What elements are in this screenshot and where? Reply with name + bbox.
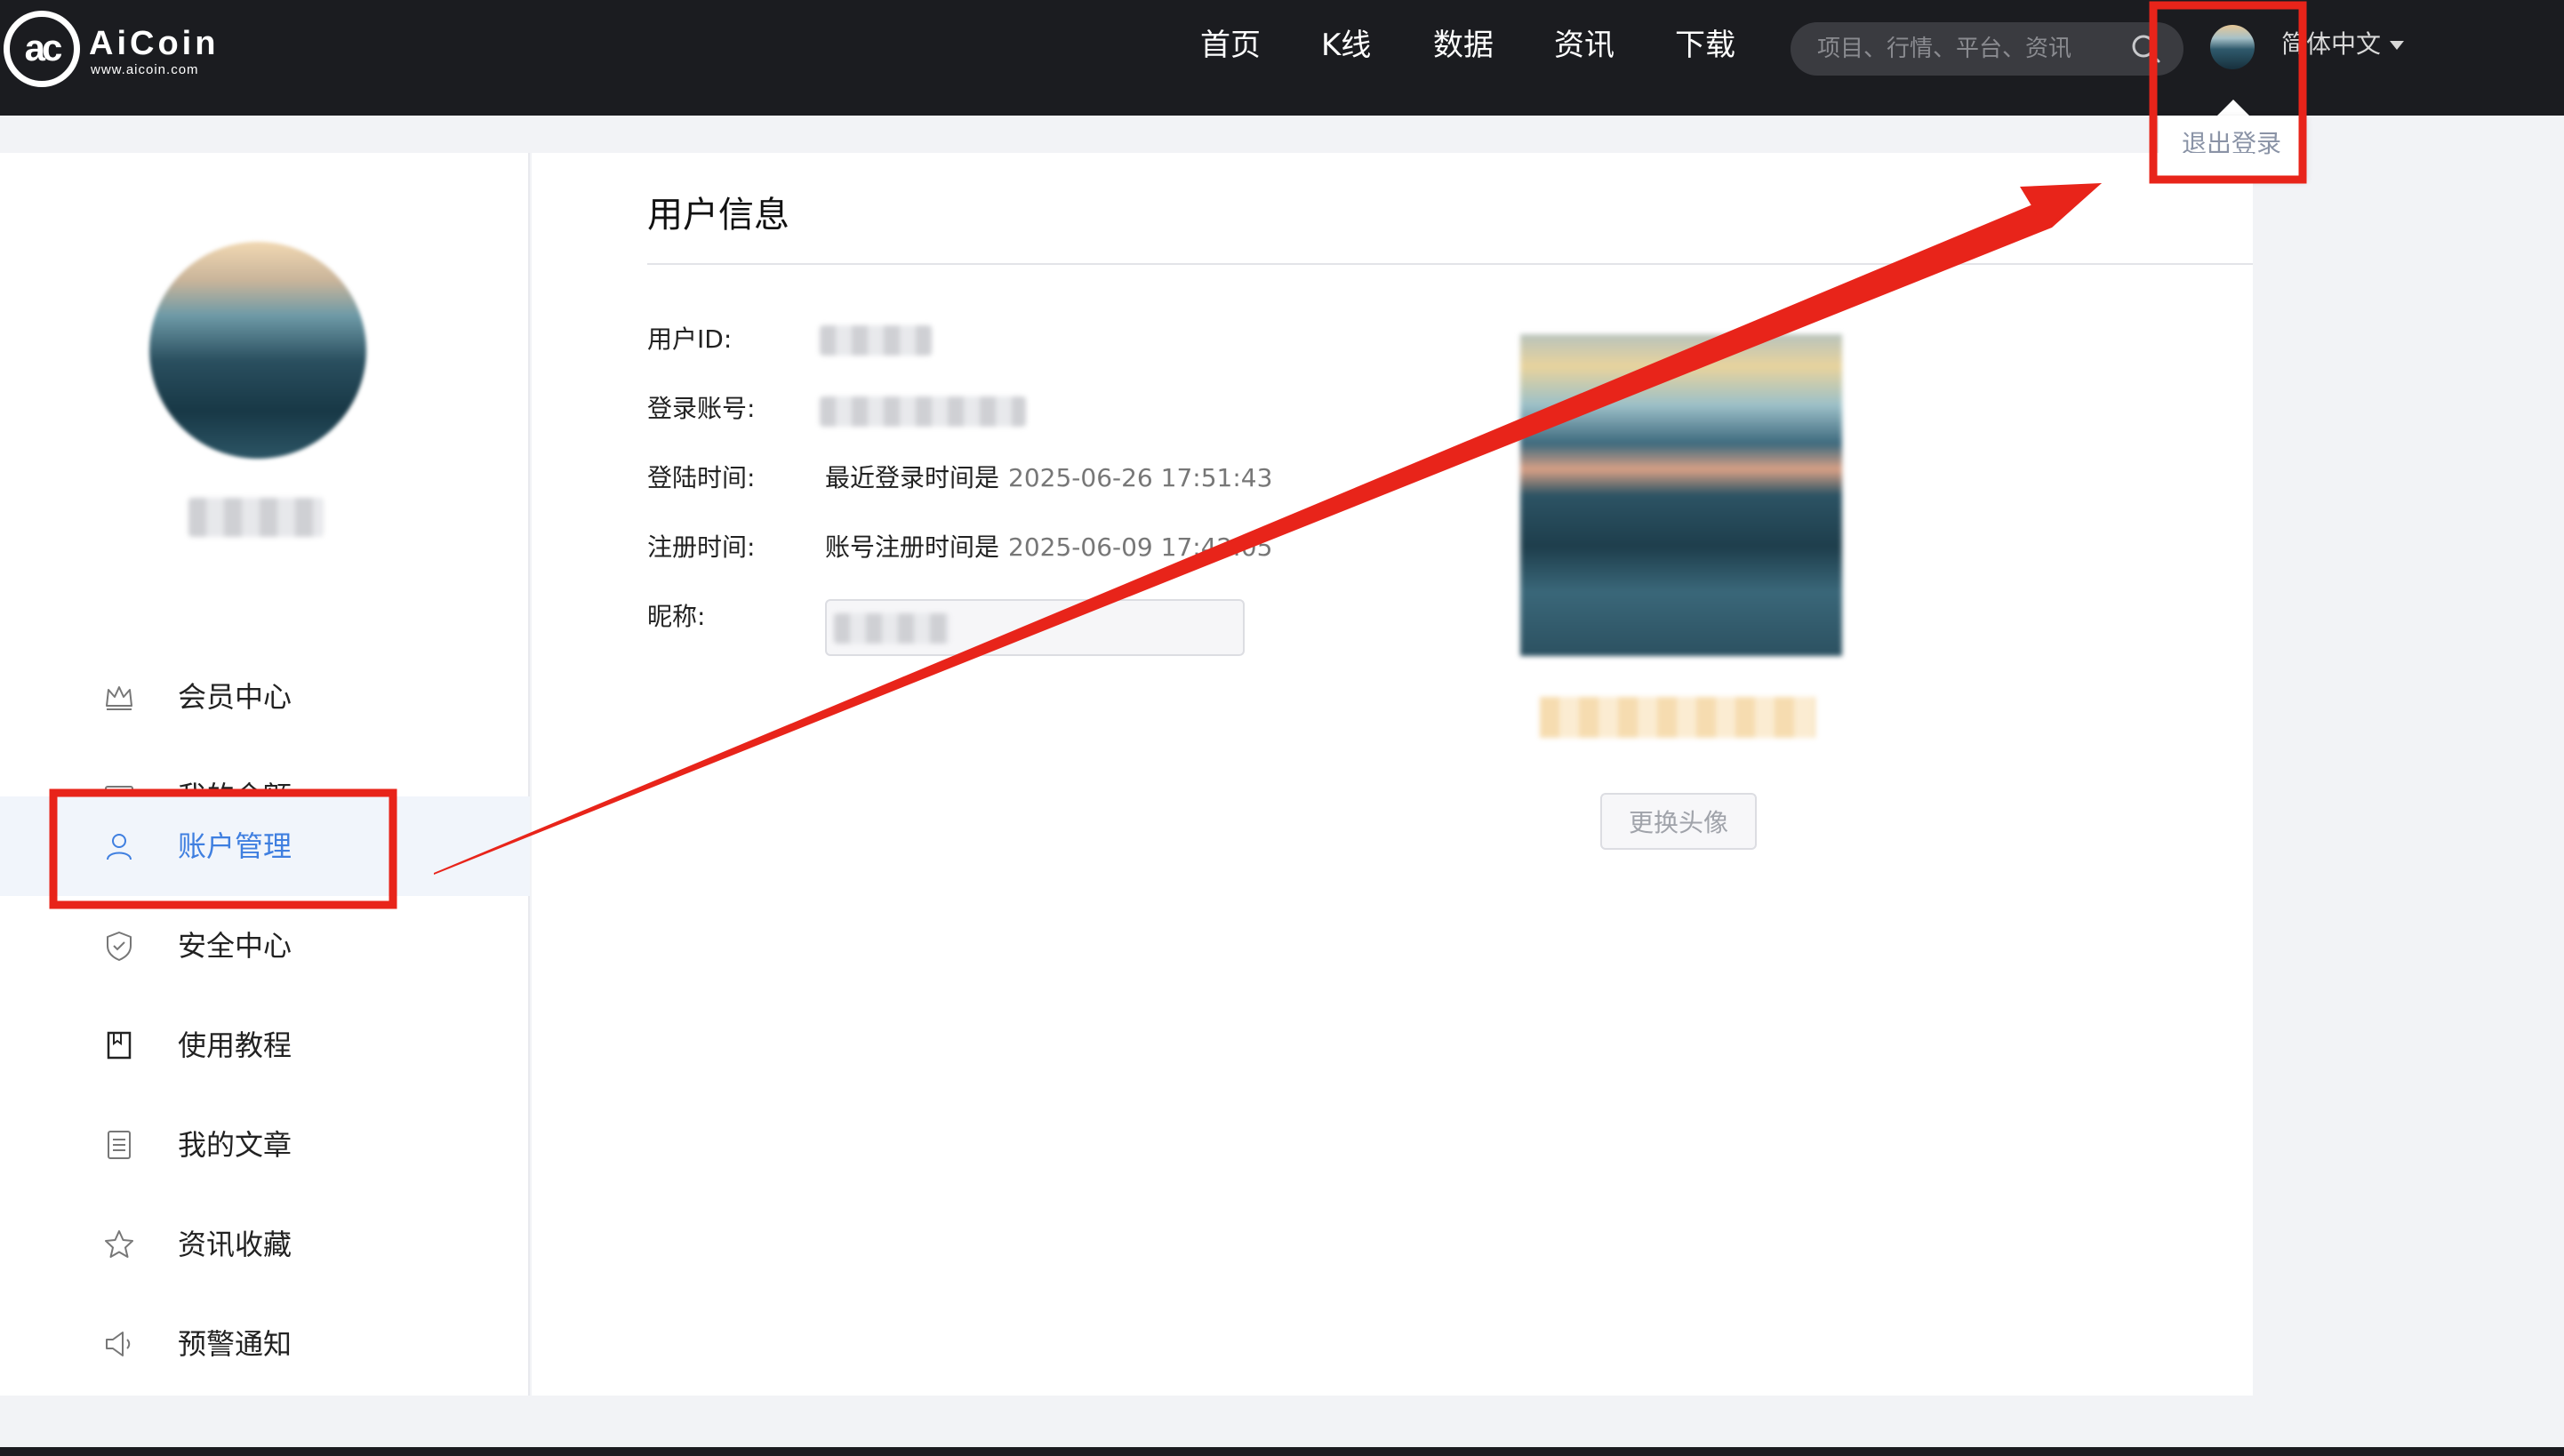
- bookmark-icon: [107, 1031, 132, 1060]
- top-navigation-bar: ac AiCoin www.aicoin.com 首页 K线 数据 资讯 下载 …: [0, 0, 2564, 116]
- nav-news[interactable]: 资讯: [1554, 23, 1615, 68]
- caret-down-icon: [2390, 41, 2405, 50]
- login-time-value: 最近登录时间是 2025-06-26 17:51:43: [825, 460, 1272, 496]
- sidebar: 会员中心 我的余额 账户管理 安全中心 使用教程: [0, 153, 530, 1396]
- sidebar-item-label: 账户管理: [178, 829, 292, 863]
- sidebar-item-articles[interactable]: 我的文章: [0, 1095, 530, 1195]
- logo-url: www.aicoin.com: [91, 62, 199, 77]
- document-icon: [108, 1131, 131, 1159]
- search-input[interactable]: [1817, 31, 2119, 67]
- nav-home[interactable]: 首页: [1200, 23, 1261, 68]
- nav-kline[interactable]: K线: [1321, 23, 1371, 68]
- nav-data[interactable]: 数据: [1433, 23, 1494, 68]
- sidebar-item-label: 资讯收藏: [178, 1228, 292, 1261]
- search-icon[interactable]: [2130, 33, 2162, 65]
- username-redacted: [188, 498, 324, 537]
- change-avatar-button[interactable]: 更换头像: [1600, 793, 1757, 850]
- crown-icon: [106, 686, 132, 710]
- user-info-panel: 用户信息 用户ID: 登录账号: 登陆时间: 最近登录时间是 2025-06-26…: [532, 153, 2253, 1396]
- sidebar-item-favorites[interactable]: 资讯收藏: [0, 1195, 530, 1294]
- nav-download[interactable]: 下载: [1675, 23, 1735, 68]
- register-time-label: 注册时间:: [647, 532, 756, 562]
- profile-avatar: [149, 242, 366, 459]
- sidebar-item-account[interactable]: 账户管理: [0, 796, 530, 896]
- aicoin-logo[interactable]: ac AiCoin www.aicoin.com: [0, 4, 231, 87]
- aicoin-logo-mark: ac: [4, 11, 80, 87]
- shield-icon: [107, 932, 132, 961]
- account-redacted: [820, 396, 1026, 427]
- login-timestamp: 2025-06-26 17:51:43: [1008, 463, 1273, 492]
- sidebar-item-security[interactable]: 安全中心: [0, 896, 530, 996]
- register-timestamp: 2025-06-09 17:42:05: [1008, 532, 1273, 562]
- sidebar-item-label: 预警通知: [178, 1327, 292, 1361]
- speaker-icon: [106, 1332, 131, 1356]
- login-time-label: 登陆时间:: [647, 463, 756, 492]
- avatar-caption-redacted: [1540, 697, 1815, 738]
- dropdown-arrow: [2217, 100, 2249, 116]
- sidebar-item-label: 我的文章: [178, 1128, 292, 1162]
- user-avatar[interactable]: [2210, 25, 2255, 69]
- star-icon: [105, 1230, 133, 1258]
- sidebar-item-membership[interactable]: 会员中心: [0, 647, 530, 747]
- bottom-bar: [0, 1447, 2564, 1456]
- sidebar-item-tutorial[interactable]: 使用教程: [0, 996, 530, 1095]
- register-time-value: 账号注册时间是 2025-06-09 17:42:05: [825, 530, 1272, 565]
- sidebar-item-label: 使用教程: [178, 1028, 292, 1062]
- language-label: 简体中文: [2281, 29, 2382, 59]
- language-selector[interactable]: 简体中文: [2281, 25, 2405, 64]
- user-id-label: 用户ID:: [647, 324, 733, 354]
- logo-name: AiCoin: [89, 25, 220, 62]
- avatar-preview: [1520, 334, 1842, 656]
- page-title: 用户信息: [647, 195, 789, 236]
- register-time-prefix: 账号注册时间是: [825, 532, 1000, 562]
- nickname-redacted: [834, 613, 949, 644]
- user-id-redacted: [820, 325, 932, 356]
- search-box[interactable]: [1791, 22, 2183, 76]
- sidebar-item-alerts[interactable]: 预警通知: [0, 1294, 530, 1394]
- sidebar-item-label: 安全中心: [178, 929, 292, 963]
- login-time-prefix: 最近登录时间是: [825, 463, 1000, 492]
- account-label: 登录账号:: [647, 394, 756, 423]
- sidebar-item-label: 会员中心: [178, 680, 292, 714]
- nickname-label: 昵称:: [647, 602, 706, 631]
- title-divider: [647, 263, 2253, 265]
- user-icon: [107, 834, 132, 860]
